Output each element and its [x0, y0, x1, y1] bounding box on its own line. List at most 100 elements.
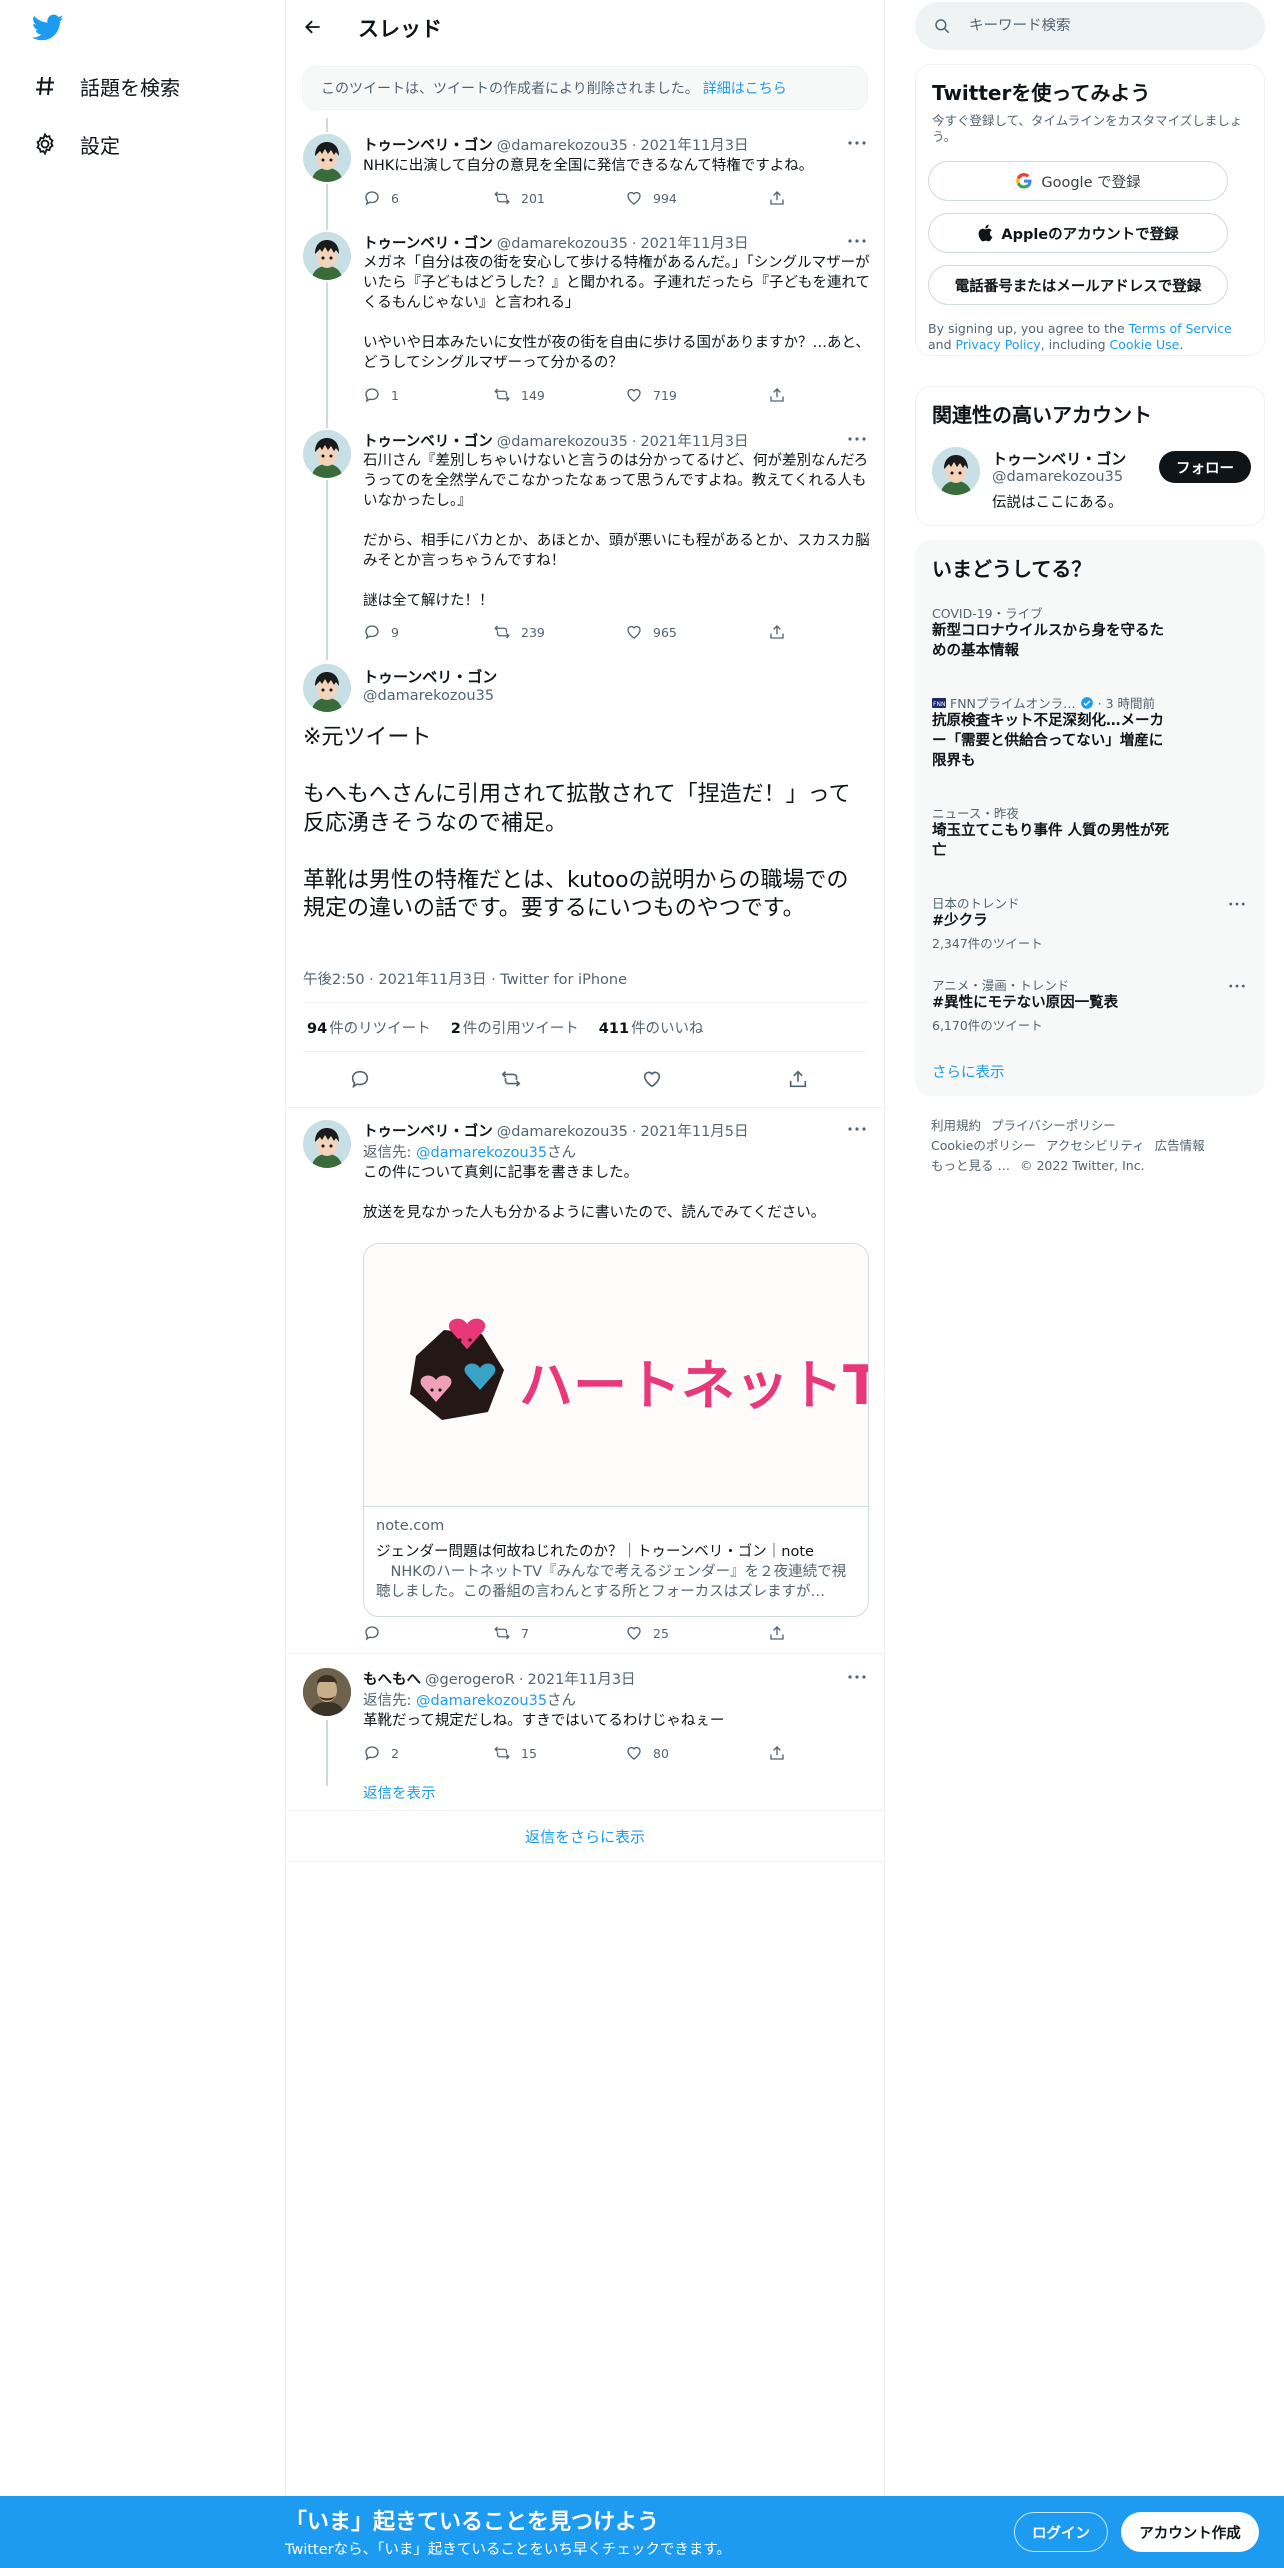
share-button[interactable]: [768, 1743, 786, 1763]
reply-to-handle[interactable]: @damarekozou35: [416, 1693, 547, 1709]
link-card[interactable]: ハートネットTV note.com ジェンダー問題は何故ねじれたのか？｜トゥーン…: [363, 1243, 869, 1617]
retweet-button[interactable]: 201: [493, 188, 545, 208]
thread-tweet[interactable]: トゥーンベリ・ゴン @damarekozou35 · 2021年11月3日 NH…: [286, 132, 884, 212]
reply-button[interactable]: 9: [363, 622, 399, 642]
tweet-date[interactable]: 2021年11月5日: [640, 1120, 748, 1141]
like-button[interactable]: 25: [625, 1623, 669, 1643]
share-button[interactable]: [768, 1623, 786, 1643]
retweet-button[interactable]: 239: [493, 622, 545, 642]
reply-icon[interactable]: [347, 1066, 373, 1092]
reply-button[interactable]: 2: [363, 1743, 399, 1763]
footer-link[interactable]: もっと見る …: [931, 1158, 1010, 1173]
handle[interactable]: @damarekozou35: [497, 138, 628, 154]
like-button[interactable]: 994: [625, 188, 677, 208]
trend-item[interactable]: 日本のトレンド #少クラ 2,347件のツイート: [916, 893, 1264, 953]
display-name[interactable]: トゥーンベリ・ゴン: [363, 430, 493, 451]
handle[interactable]: @gerogeroR: [425, 1672, 515, 1688]
tweet-date[interactable]: 2021年11月3日: [378, 972, 486, 988]
tweet-date[interactable]: 2021年11月3日: [640, 232, 748, 253]
like-button[interactable]: 80: [625, 1743, 669, 1763]
reply-tweet[interactable]: もへもへ @gerogeroR · 2021年11月3日 返信先: @damar…: [286, 1666, 884, 1810]
search-input[interactable]: [969, 18, 1229, 34]
trend-item[interactable]: COVID-19・ライブ 新型コロナウイルスから身を守るための基本情報: [916, 603, 1264, 663]
show-replies-link[interactable]: 返信を表示: [363, 1782, 436, 1803]
more-options-icon[interactable]: [844, 430, 870, 448]
show-more-replies-button[interactable]: 返信をさらに表示: [286, 1810, 884, 1862]
tweet-date[interactable]: 2021年11月3日: [640, 134, 748, 155]
avatar[interactable]: [303, 1668, 351, 1716]
footer-link[interactable]: アクセシビリティ: [1046, 1138, 1145, 1153]
like-button[interactable]: 719: [625, 385, 677, 405]
login-button[interactable]: ログイン: [1014, 2512, 1108, 2552]
cookie-link[interactable]: Cookie Use: [1110, 337, 1180, 352]
likes-stat[interactable]: 411 件のいいね: [599, 1017, 704, 1038]
display-name[interactable]: トゥーンベリ・ゴン: [363, 134, 493, 155]
handle[interactable]: @damarekozou35: [497, 1124, 628, 1140]
retweet-button[interactable]: 15: [493, 1743, 537, 1763]
thread-tweet[interactable]: トゥーンベリ・ゴン @damarekozou35 · 2021年11月3日 メガ…: [286, 230, 884, 410]
back-arrow-icon[interactable]: [300, 14, 326, 40]
more-options-icon[interactable]: [844, 134, 870, 152]
avatar[interactable]: [932, 447, 980, 495]
thread-tweet[interactable]: トゥーンベリ・ゴン @damarekozou35 · 2021年11月3日 石川…: [286, 428, 884, 648]
learn-more-link[interactable]: 詳細はこちら: [703, 78, 787, 98]
footer-link[interactable]: プライバシーポリシー: [991, 1118, 1116, 1133]
share-button[interactable]: [768, 188, 786, 208]
reply-tweet[interactable]: トゥーンベリ・ゴン @damarekozou35 · 2021年11月5日 返信…: [286, 1118, 884, 1654]
footer-link[interactable]: 広告情報: [1155, 1138, 1205, 1153]
privacy-link[interactable]: Privacy Policy: [956, 337, 1041, 352]
tweet-time[interactable]: 午後2:50: [303, 972, 365, 988]
search-box[interactable]: [915, 2, 1265, 50]
trend-item[interactable]: ニュース・昨夜 埼玉立てこもり事件 人質の男性が死亡: [916, 803, 1264, 863]
tweet-date[interactable]: 2021年11月3日: [640, 430, 748, 451]
handle[interactable]: @damarekozou35: [363, 688, 494, 704]
avatar[interactable]: [303, 232, 351, 280]
display-name[interactable]: もへもへ: [363, 1668, 421, 1689]
reply-button[interactable]: 6: [363, 188, 399, 208]
google-signup-button[interactable]: Google で登録: [928, 161, 1228, 201]
more-options-icon[interactable]: [1226, 977, 1248, 995]
related-handle[interactable]: @damarekozou35: [992, 469, 1123, 485]
retweet-button[interactable]: 7: [493, 1623, 529, 1643]
trend-item[interactable]: アニメ・漫画・トレンド #異性にモテない原因一覧表 6,170件のツイート: [916, 975, 1264, 1035]
more-options-icon[interactable]: [844, 1120, 870, 1138]
nav-item-explore[interactable]: 話題を検索: [32, 68, 180, 104]
like-button[interactable]: 965: [625, 622, 677, 642]
terms-link[interactable]: Terms of Service: [1129, 321, 1232, 336]
reply-to-handle[interactable]: @damarekozou35: [416, 1145, 547, 1161]
display-name[interactable]: トゥーンベリ・ゴン: [363, 232, 493, 253]
retweets-stat[interactable]: 94 件のリツイート: [307, 1017, 431, 1038]
share-button[interactable]: [768, 385, 786, 405]
follow-button[interactable]: フォロー: [1159, 451, 1251, 483]
share-button[interactable]: [768, 622, 786, 642]
quotes-stat[interactable]: 2 件の引用ツイート: [451, 1017, 579, 1038]
tweet-date[interactable]: 2021年11月3日: [527, 1668, 635, 1689]
avatar[interactable]: [303, 664, 351, 712]
avatar[interactable]: [303, 134, 351, 182]
footer-link[interactable]: 利用規約: [931, 1118, 981, 1133]
footer-link[interactable]: Cookieのポリシー: [931, 1138, 1036, 1153]
share-icon[interactable]: [785, 1066, 811, 1092]
trend-item[interactable]: FNN FNNプライムオンラ… · 3 時間前 抗原検査キット不足深刻化…メーカ…: [916, 693, 1264, 777]
avatar[interactable]: [303, 430, 351, 478]
reply-button[interactable]: 1: [363, 385, 399, 405]
twitter-bird-icon[interactable]: [32, 14, 64, 42]
reply-button[interactable]: [363, 1623, 391, 1643]
retweet-icon[interactable]: [498, 1066, 524, 1092]
trends-show-more-link[interactable]: さらに表示: [932, 1061, 1005, 1082]
phone-email-signup-button[interactable]: 電話番号またはメールアドレスで登録: [928, 265, 1228, 305]
heart-icon[interactable]: [639, 1066, 665, 1092]
more-options-icon[interactable]: [1226, 895, 1248, 913]
related-display-name[interactable]: トゥーンベリ・ゴン: [992, 448, 1126, 469]
retweet-button[interactable]: 149: [493, 385, 545, 405]
signup-button[interactable]: アカウント作成: [1121, 2512, 1259, 2552]
nav-item-settings[interactable]: 設定: [32, 126, 120, 162]
handle[interactable]: @damarekozou35: [497, 434, 628, 450]
avatar[interactable]: [303, 1120, 351, 1168]
more-options-icon[interactable]: [844, 1668, 870, 1686]
display-name[interactable]: トゥーンベリ・ゴン: [363, 666, 497, 687]
handle[interactable]: @damarekozou35: [497, 236, 628, 252]
more-options-icon[interactable]: [844, 232, 870, 250]
display-name[interactable]: トゥーンベリ・ゴン: [363, 1120, 493, 1141]
apple-signup-button[interactable]: Appleのアカウントで登録: [928, 213, 1228, 253]
